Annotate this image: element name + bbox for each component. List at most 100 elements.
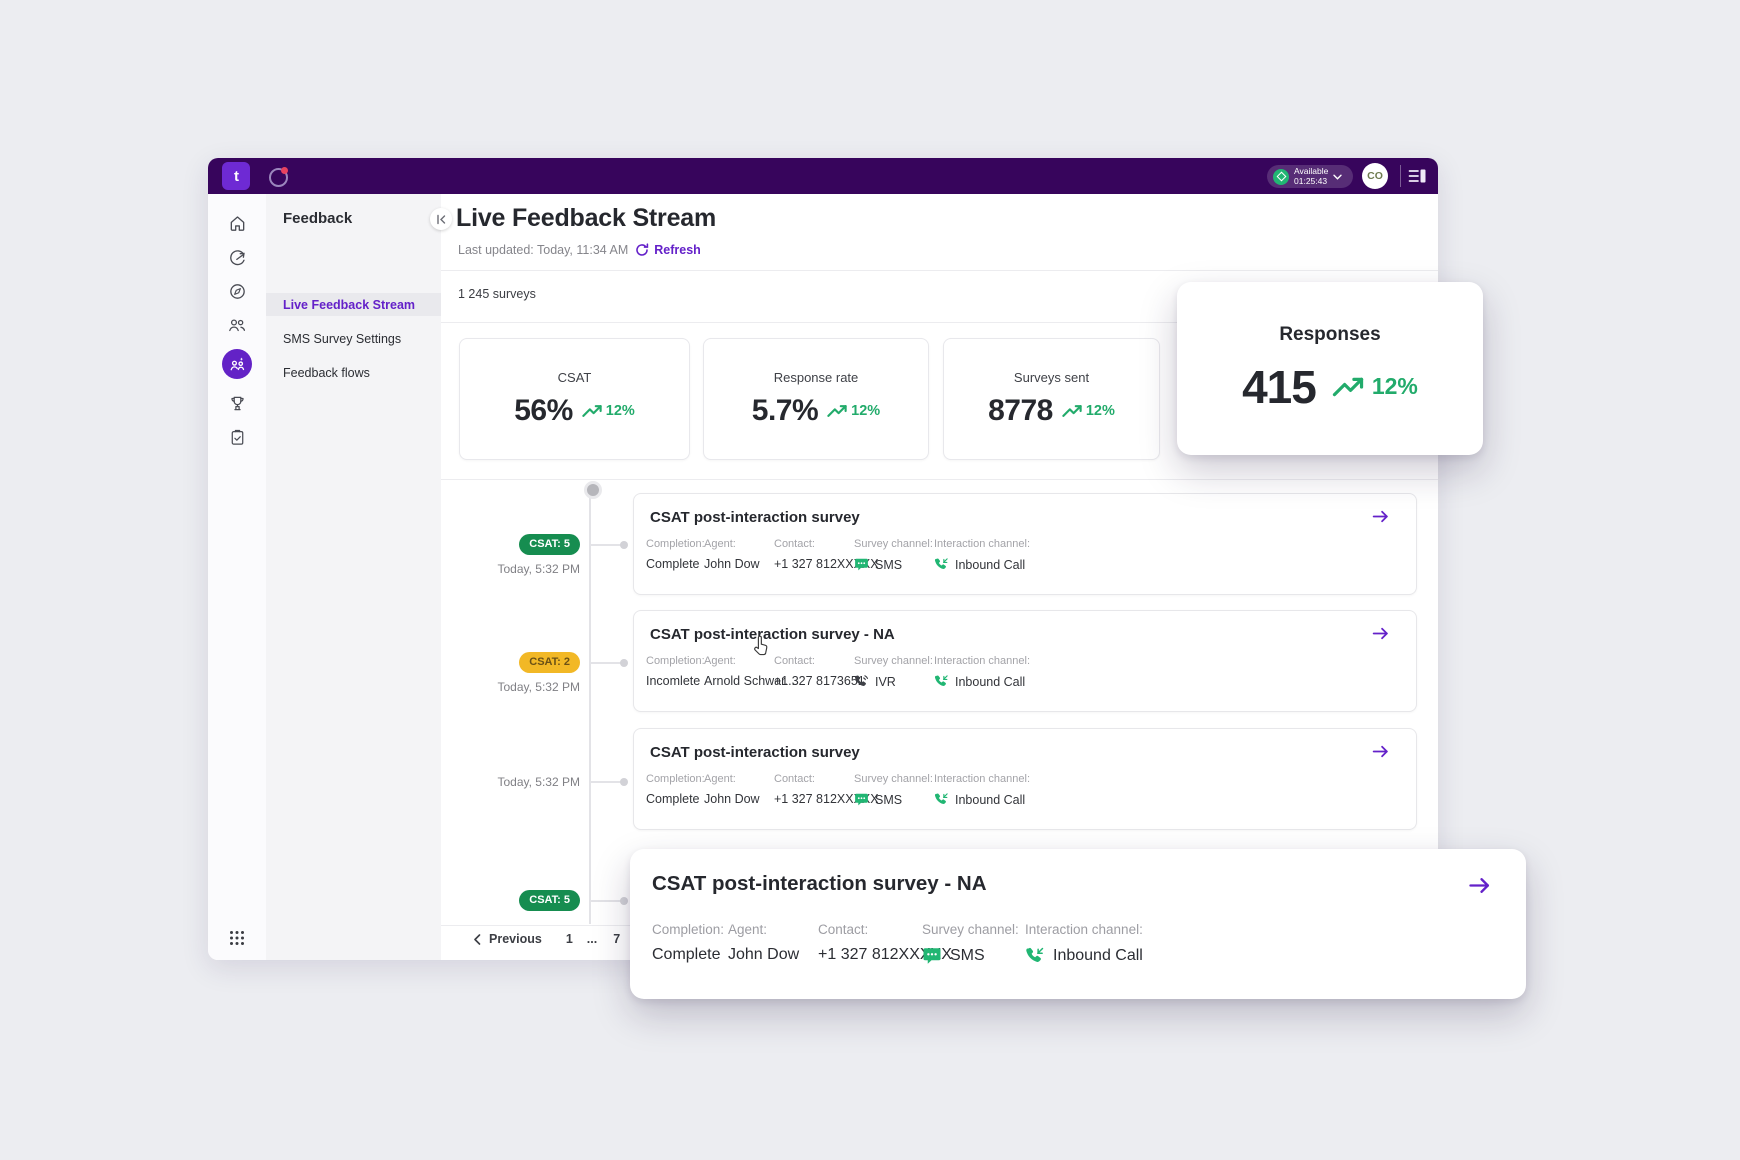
header-divider [441,270,1438,271]
field-label: Interaction channel: [934,773,1030,785]
chevron-left-icon [473,934,481,945]
timeline-entry: CSAT: 5 [461,890,580,911]
field-value: SMS [950,947,985,965]
inbound-call-icon [1025,946,1045,966]
pagination: Previous 1 ... 7 8 [441,932,651,946]
status-pill[interactable]: Available 01:25:43 [1267,165,1353,188]
survey-card-title: CSAT post-interaction survey [650,509,860,526]
field-contact: Contact: +1 327 8173651 [774,655,865,688]
topbar-divider [1400,165,1401,187]
survey-card-title: CSAT post-interaction survey [650,744,860,761]
workspace-app-icon[interactable] [269,168,288,187]
previous-page-button[interactable]: Previous [473,932,542,946]
field-label: Completion: [652,922,724,937]
ivr-phone-icon [854,674,869,689]
survey-card-title: CSAT post-interaction survey - NA [652,872,987,896]
stat-label: Responses [1279,324,1380,346]
field-value: SMS [875,558,902,572]
field-completion: Completion: Incomlete [646,655,705,688]
stat-value: 415 [1242,360,1316,414]
stat-trend: 12% [1372,373,1418,400]
field-value: SMS [875,793,902,807]
page-number[interactable]: 7 [613,932,620,946]
stat-label: Surveys sent [1014,370,1089,385]
desktop-background: t Available 01:25:43 CO [0,0,1740,1160]
page-number[interactable]: 1 [566,932,573,946]
dashboard-icon[interactable] [227,247,247,267]
survey-card[interactable]: CSAT post-interaction survey Completion:… [633,728,1417,830]
stat-trend: 12% [1086,403,1115,419]
inbound-call-icon [934,674,949,689]
page-title: Live Feedback Stream [456,204,716,233]
trend-up-icon [1062,404,1082,418]
survey-card-title: CSAT post-interaction survey - NA [650,626,895,643]
field-label: Agent: [704,773,760,785]
field-survey-channel: Survey channel: SMS [854,538,933,572]
logo-text: t [234,168,238,185]
stat-card-csat[interactable]: CSAT 56% 12% [459,338,690,460]
stat-value: 56% [514,394,573,428]
field-value: John Dow [704,557,760,571]
home-icon[interactable] [227,213,247,233]
panel-menu-icon[interactable] [1408,168,1427,184]
field-label: Contact: [774,655,865,667]
contacts-icon[interactable] [227,315,247,335]
survey-card[interactable]: CSAT post-interaction survey - NA Comple… [633,610,1417,712]
field-label: Survey channel: [922,922,1019,937]
field-value: Inbound Call [955,675,1025,689]
talkdesk-logo[interactable]: t [222,162,250,190]
field-survey-channel: Survey channel: SMS [854,773,933,807]
survey-card[interactable]: CSAT post-interaction survey Completion:… [633,493,1417,595]
field-label: Completion: [646,538,705,550]
field-value: Complete [652,946,724,964]
field-value: Complete [646,557,705,571]
apps-grid-icon[interactable] [229,930,245,946]
feedback-icon[interactable] [222,349,252,379]
arrow-right-icon[interactable] [1371,624,1390,643]
nav-items: Live Feedback Stream SMS Survey Settings… [266,293,441,384]
compass-icon[interactable] [227,281,247,301]
field-value: IVR [875,675,896,689]
clipboard-icon[interactable] [227,427,247,447]
csat-badge: CSAT: 5 [519,890,580,911]
field-value: +1 327 8173651 [774,674,865,688]
nav-item-live-feedback-stream[interactable]: Live Feedback Stream [266,293,441,316]
field-completion: Completion: Complete [652,922,724,964]
nav-item-feedback-flows[interactable]: Feedback flows [266,361,441,384]
refresh-button[interactable]: Refresh [635,243,701,257]
status-text: Available 01:25:43 [1294,167,1328,186]
field-label: Interaction channel: [934,538,1030,550]
arrow-right-icon[interactable] [1371,507,1390,526]
collapse-panel-icon[interactable] [430,208,452,230]
trophy-icon[interactable] [227,393,247,413]
survey-detail-card[interactable]: CSAT post-interaction survey - NA Comple… [630,849,1526,999]
field-label: Interaction channel: [934,655,1030,667]
surveys-count: 1 245 surveys [458,287,536,301]
timeline-time: Today, 5:32 PM [461,775,580,789]
last-updated-text: Last updated: Today, 11:34 AM [458,243,628,257]
trend-up-icon [582,404,602,418]
csat-badge: CSAT: 2 [519,652,580,673]
stat-card-responses[interactable]: Responses 415 12% [1177,282,1483,455]
stat-card-surveys-sent[interactable]: Surveys sent 8778 12% [943,338,1160,460]
arrow-right-icon[interactable] [1371,742,1390,761]
field-interaction-channel: Interaction channel: Inbound Call [934,655,1030,689]
timeline-start-dot [584,481,602,499]
field-survey-channel: Survey channel: SMS [922,922,1019,966]
nav-panel-title: Feedback [283,210,352,227]
app-window: t Available 01:25:43 CO [208,158,1438,960]
stat-card-response-rate[interactable]: Response rate 5.7% 12% [703,338,929,460]
timeline-time: Today, 5:32 PM [461,680,580,694]
status-diamond-icon [1273,169,1289,185]
status-timer: 01:25:43 [1294,176,1327,186]
field-label: Survey channel: [854,538,933,550]
status-label: Available [1294,166,1328,176]
field-value: Inbound Call [955,558,1025,572]
timeline-connector-dot [620,659,628,667]
trend-up-icon [827,404,847,418]
refresh-icon [635,243,649,257]
nav-item-sms-survey-settings[interactable]: SMS Survey Settings [266,327,441,350]
arrow-right-icon[interactable] [1467,873,1492,898]
avatar[interactable]: CO [1362,163,1388,189]
nav-panel: Feedback Live Feedback Stream SMS Survey… [266,194,442,960]
